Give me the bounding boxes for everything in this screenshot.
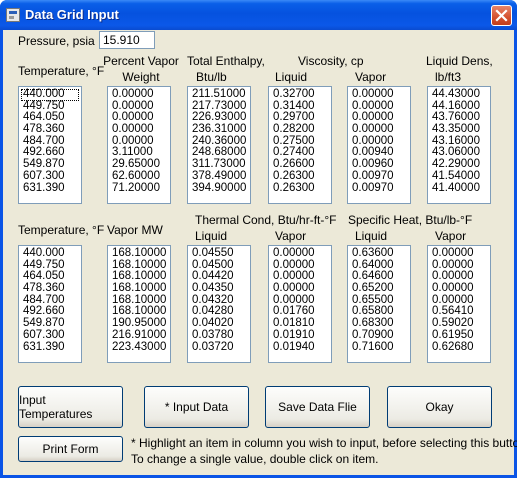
list-item[interactable]: 0.00000 (430, 247, 490, 260)
enthalpy-header-line2: Btu/lb (196, 70, 227, 84)
close-button[interactable] (491, 5, 512, 26)
viscosity-liquid-list[interactable]: 0.32700 0.31400 0.29700 0.28200 0.27500 0.274… (268, 86, 332, 204)
list-item[interactable]: 211.51000 (190, 88, 250, 101)
specific-heat-vapor-header: Vapor (435, 229, 467, 243)
list-item[interactable]: 0.70900 (350, 329, 410, 342)
list-item[interactable]: 216.91000 (110, 329, 170, 342)
thermal-cond-liquid-list[interactable]: 0.04550 0.04500 0.04420 0.04350 0.04320 0.042… (187, 245, 251, 363)
list-item[interactable]: 0.71600 (350, 341, 410, 354)
enthalpy-header-line1: Total Enthalpy, (187, 54, 265, 68)
thermal-cond-vapor-list[interactable]: 0.00000 0.00000 0.00000 0.00000 0.00000 0.017… (268, 245, 332, 363)
close-icon (495, 9, 508, 22)
list-item[interactable]: 394.90000 (190, 182, 250, 195)
list-item[interactable]: 236.31000 (190, 123, 250, 136)
specific-heat-liquid-list[interactable]: 0.63600 0.64000 0.64600 0.65200 0.65500 0.658… (347, 245, 411, 363)
list-item[interactable]: 478.360 (21, 282, 81, 295)
list-item[interactable]: 0.01910 (271, 329, 331, 342)
liquid-density-header-line2: lb/ft3 (435, 70, 462, 84)
input-data-button[interactable]: * Input Data (144, 386, 249, 428)
window: Data Grid Input Pressure, psia 15.910 Te… (0, 0, 517, 478)
list-item[interactable]: 41.54000 (430, 170, 490, 183)
list-item[interactable]: 0.62680 (430, 341, 490, 354)
specific-heat-header: Specific Heat, Btu/lb-°F (348, 213, 473, 227)
liquid-density-list[interactable]: 44.43000 44.16000 43.76000 43.35000 43.16000… (427, 86, 491, 204)
temperature-header: Temperature, °F (18, 64, 105, 78)
list-item[interactable]: 71.20000 (110, 182, 170, 195)
viscosity-vapor-header: Vapor (355, 70, 387, 84)
okay-button[interactable]: Okay (387, 386, 492, 428)
list-item[interactable]: 0.00000 (110, 123, 170, 136)
list-item[interactable]: 0.00000 (271, 282, 331, 295)
viscosity-vapor-list[interactable]: 0.00000 0.00000 0.00000 0.00000 0.00000 0.009… (347, 86, 411, 204)
list-item[interactable]: 378.49000 (190, 170, 250, 183)
thermal-cond-header: Thermal Cond, Btu/hr-ft-°F (195, 213, 337, 227)
thermal-cond-vapor-header: Vapor (275, 229, 307, 243)
list-item[interactable]: 0.04350 (190, 282, 250, 295)
input-hint-line2: To change a single value, double click o… (131, 452, 379, 466)
list-item[interactable]: 0.03780 (190, 329, 250, 342)
list-item[interactable]: 0.00000 (350, 123, 410, 136)
percent-vapor-header-line2: Weight (122, 70, 160, 84)
list-item[interactable]: 43.35000 (430, 123, 490, 136)
temperature-header-2: Temperature, °F (18, 223, 105, 237)
specific-heat-liquid-header: Liquid (355, 229, 388, 243)
percent-vapor-list[interactable]: 0.00000 0.00000 0.00000 0.00000 0.00000 3.110… (107, 86, 171, 204)
title-bar[interactable]: Data Grid Input (0, 0, 517, 30)
form-icon[interactable] (6, 8, 20, 22)
list-item[interactable]: 168.10000 (110, 247, 170, 260)
viscosity-header: Viscosity, cp (298, 54, 364, 68)
print-form-button[interactable]: Print Form (18, 436, 123, 462)
list-item[interactable]: 0.00000 (350, 88, 410, 101)
list-item[interactable]: 41.40000 (430, 182, 490, 195)
list-item[interactable]: 631.390 (21, 341, 81, 354)
list-item[interactable]: 607.300 (21, 170, 81, 183)
list-item[interactable]: 0.65200 (350, 282, 410, 295)
list-item[interactable]: 0.28200 (271, 123, 331, 136)
list-item[interactable]: 0.00000 (430, 282, 490, 295)
save-data-file-button[interactable]: Save Data Flie (265, 386, 370, 428)
list-item[interactable]: 0.26300 (271, 182, 331, 195)
vapor-mw-header: Vapor MW (107, 223, 163, 237)
vapor-mw-list[interactable]: 168.10000 168.10000 168.10000 168.10000 168.… (107, 245, 171, 363)
temperature-list-1[interactable]: 440.000 449.750 464.050 478.360 484.700 492.6… (18, 86, 82, 204)
list-item[interactable]: 0.63600 (350, 247, 410, 260)
list-item[interactable]: 168.10000 (110, 282, 170, 295)
list-item[interactable]: 0.01940 (271, 341, 331, 354)
list-item[interactable]: 44.43000 (430, 88, 490, 101)
form-body: Pressure, psia 15.910 Temperature, °F Pe… (3, 30, 517, 475)
list-item[interactable]: 0.04550 (190, 247, 250, 260)
list-item[interactable]: 0.03720 (190, 341, 250, 354)
list-item[interactable]: 631.390 (21, 182, 81, 195)
pressure-input[interactable]: 15.910 (99, 31, 155, 49)
pressure-label: Pressure, psia (18, 34, 95, 48)
list-item[interactable]: 0.00000 (271, 247, 331, 260)
input-temperatures-button[interactable]: Input Temperatures (18, 386, 123, 428)
liquid-density-header-line1: Liquid Dens, (426, 54, 493, 68)
list-item[interactable]: 440.000 (21, 247, 81, 260)
enthalpy-list[interactable]: 211.51000 217.73000 226.93000 236.31000 240.… (187, 86, 251, 204)
list-item[interactable]: 223.43000 (110, 341, 170, 354)
list-item[interactable]: 440.000 (21, 88, 79, 101)
list-item[interactable]: 0.32700 (271, 88, 331, 101)
list-item[interactable]: 62.60000 (110, 170, 170, 183)
percent-vapor-header-line1: Percent Vapor (103, 54, 179, 68)
list-item[interactable]: 478.360 (21, 123, 81, 136)
thermal-cond-liquid-header: Liquid (195, 229, 228, 243)
list-item[interactable]: 0.00970 (350, 182, 410, 195)
list-item[interactable]: 607.300 (21, 329, 81, 342)
list-item[interactable]: 0.00970 (350, 170, 410, 183)
input-hint-line1: * Highlight an item in column you wish t… (131, 436, 517, 450)
viscosity-liquid-header: Liquid (275, 70, 308, 84)
specific-heat-vapor-list[interactable]: 0.00000 0.00000 0.00000 0.00000 0.00000 0.564… (427, 245, 491, 363)
list-item[interactable]: 0.61950 (430, 329, 490, 342)
temperature-list-2[interactable]: 440.000 449.750 464.050 478.360 484.700 492.6… (18, 245, 82, 363)
window-title: Data Grid Input (25, 7, 119, 22)
list-item[interactable]: 0.00000 (110, 88, 170, 101)
list-item[interactable]: 0.26300 (271, 170, 331, 183)
